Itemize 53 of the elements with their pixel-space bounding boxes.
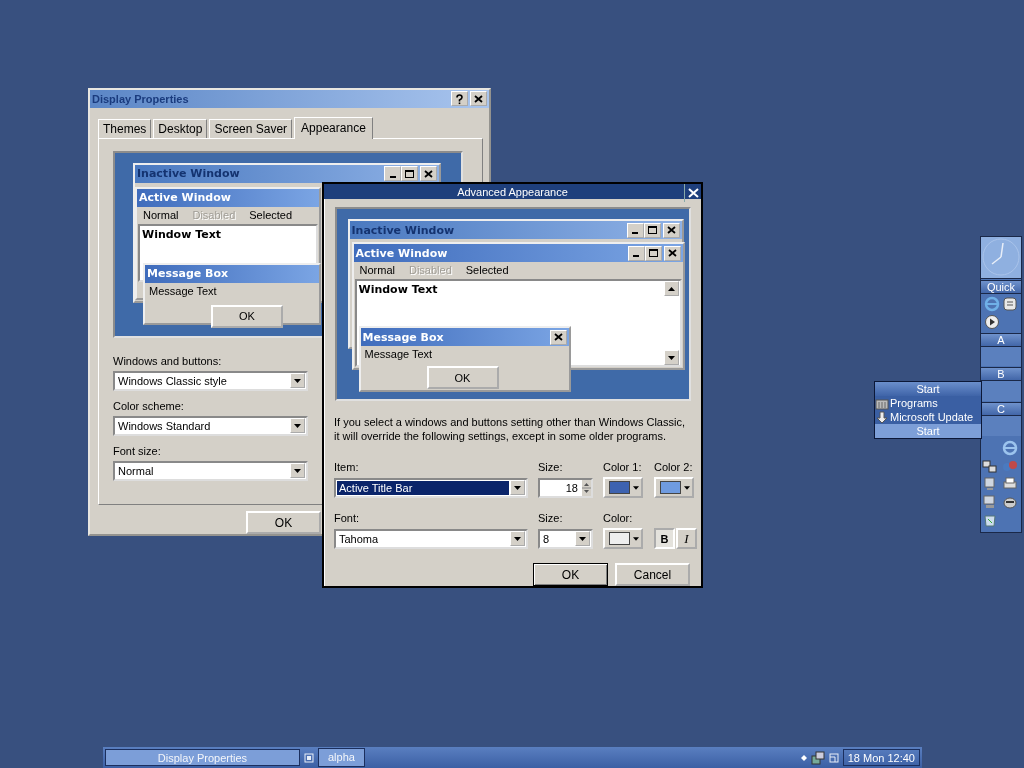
window-title: Advanced Appearance [457, 185, 568, 198]
dropdown-field[interactable]: Windows Standard [113, 415, 308, 436]
field-label: Color: [603, 512, 634, 524]
field-label: Color scheme: [113, 399, 184, 412]
tab[interactable]: Appearance [294, 116, 373, 139]
clock-text: 18 Mon 12:40 [842, 749, 920, 766]
field-label: Windows and buttons: [113, 354, 222, 367]
window-title: Active Window [355, 246, 449, 260]
bold-button[interactable]: B [654, 528, 675, 549]
dropdown-field[interactable]: 8 [538, 528, 593, 549]
menu-item[interactable]: Microsoft Update [875, 410, 981, 424]
menu-item[interactable]: Normal [143, 208, 179, 221]
window-title: Inactive Window [351, 223, 456, 237]
field-label: Size: [538, 512, 564, 524]
spin-field[interactable]: 18 [538, 477, 593, 498]
cancel-button[interactable]: Cancel [615, 563, 690, 586]
ok-button[interactable]: OK [533, 563, 608, 586]
window-title: Message Box [147, 267, 230, 281]
field-label: Color 1: [603, 461, 643, 473]
menu-item[interactable]: Normal [359, 264, 395, 276]
ok-button[interactable]: OK [246, 511, 321, 534]
italic-button[interactable]: I [676, 528, 697, 549]
field-label: Size: [538, 461, 564, 473]
field-label: Color 2: [654, 461, 694, 473]
section-header[interactable]: C [981, 402, 1021, 417]
field-label: Item: [334, 461, 360, 473]
dropdown-field[interactable]: Windows Classic style [113, 370, 308, 391]
tab[interactable]: Themes [98, 118, 152, 138]
window-text: Window Text [142, 227, 221, 241]
menu-item[interactable]: Programs [875, 396, 981, 410]
field-label: Font size: [113, 444, 161, 457]
ok-button[interactable]: OK [211, 304, 283, 328]
window-title: Display Properties [92, 92, 190, 105]
tab[interactable]: Screen Saver [209, 118, 293, 138]
message-text: Message Text [148, 283, 218, 299]
dropdown-field[interactable]: Tahoma [334, 528, 528, 549]
field-label: Font: [334, 512, 361, 524]
section-header[interactable]: A [981, 332, 1021, 347]
dropdown-field[interactable]: Active Title Bar [334, 477, 528, 498]
window-title: Message Box [362, 330, 445, 344]
menu-item[interactable]: Selected [249, 208, 293, 221]
window-title: Inactive Window [137, 167, 241, 181]
message-text: Message Text [363, 347, 434, 362]
ok-button[interactable]: OK [426, 366, 499, 389]
section-header[interactable]: Quick [981, 279, 1021, 294]
menu-header: Start [875, 382, 981, 396]
dropdown-field[interactable]: Normal [113, 460, 308, 481]
window-title: Active Window [139, 191, 232, 205]
window-text: Window Text [358, 283, 438, 296]
menu-item[interactable]: Selected [465, 264, 509, 276]
instruction-text: If you select a windows and buttons setting other than Windows Classic, it will override the following settings, except in some older programs. [334, 415, 686, 443]
tab[interactable]: Desktop [153, 118, 208, 138]
section-header[interactable]: B [981, 367, 1021, 382]
